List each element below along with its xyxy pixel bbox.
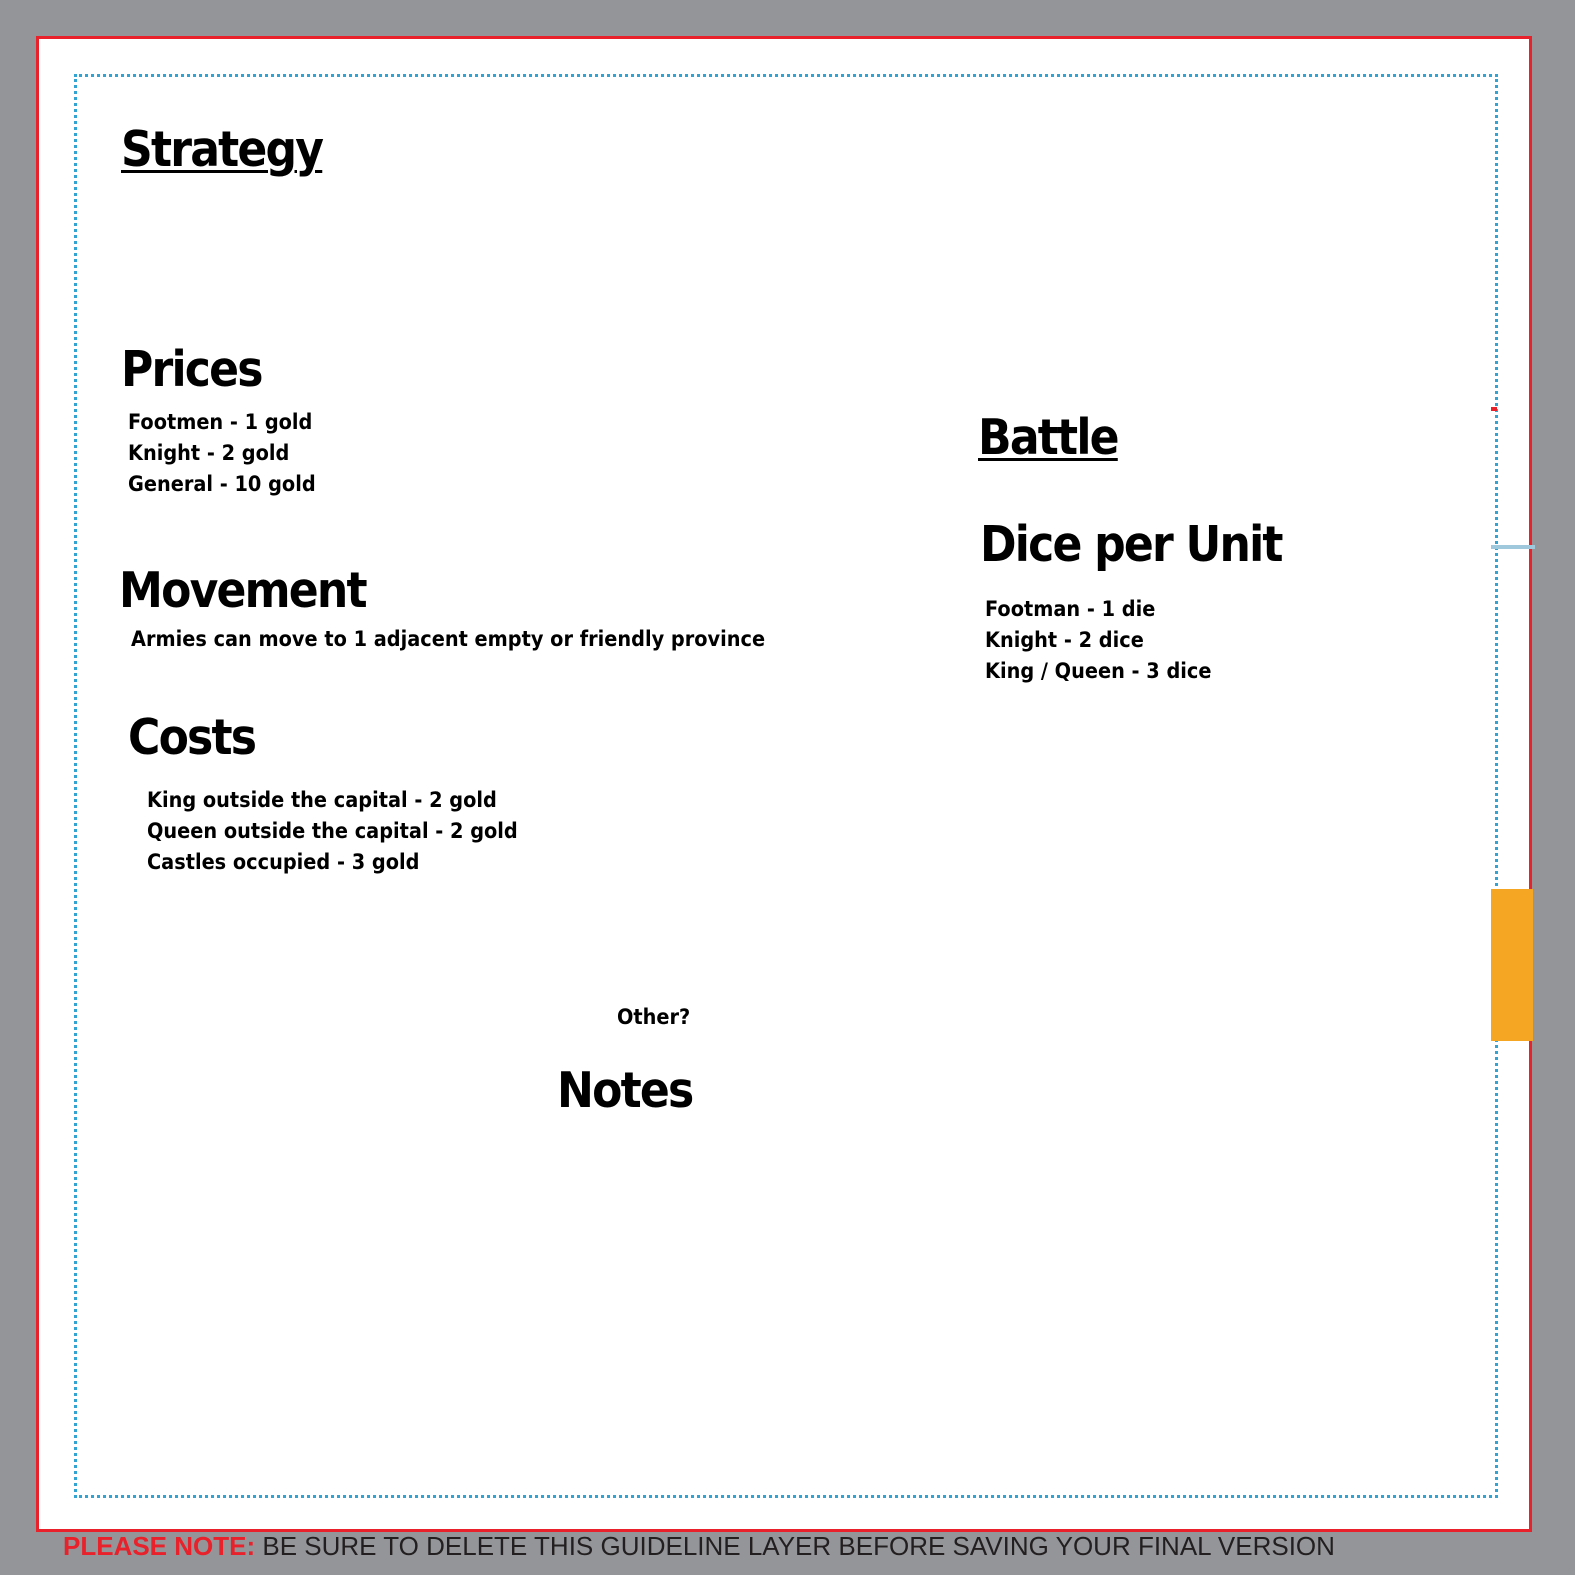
strategy-title: Strategy [121, 121, 324, 178]
costs-title: Costs [128, 709, 257, 766]
red-marker [1491, 407, 1497, 411]
prices-title: Prices [121, 341, 263, 398]
list-item: Castles occupied - 3 gold [147, 850, 420, 874]
costs-list: King outside the capital - 2 gold Queen … [147, 785, 518, 878]
other-label: Other? [617, 1005, 691, 1029]
list-item: Footman - 1 die [985, 597, 1156, 621]
list-item: General - 10 gold [128, 472, 316, 496]
orange-marker [1491, 889, 1533, 1041]
blue-marker [1491, 545, 1535, 549]
guideline-note: PLEASE NOTE: BE SURE TO DELETE THIS GUID… [63, 1531, 1335, 1562]
list-item: Queen outside the capital - 2 gold [147, 819, 518, 843]
dice-list: Footman - 1 die Knight - 2 dice King / Q… [985, 594, 1211, 687]
guideline-note-text: BE SURE TO DELETE THIS GUIDELINE LAYER B… [262, 1531, 1335, 1561]
dice-per-unit-title: Dice per Unit [980, 516, 1284, 573]
battle-title: Battle [978, 409, 1120, 466]
movement-text: Armies can move to 1 adjacent empty or f… [131, 627, 766, 651]
list-item: King outside the capital - 2 gold [147, 788, 497, 812]
prices-list: Footmen - 1 gold Knight - 2 gold General… [128, 407, 316, 500]
list-item: Knight - 2 dice [985, 628, 1144, 652]
list-item: King / Queen - 3 dice [985, 659, 1212, 683]
list-item: Footmen - 1 gold [128, 410, 313, 434]
bleed-area: Strategy Prices Footmen - 1 gold Knight … [36, 36, 1535, 1532]
movement-title: Movement [119, 562, 368, 619]
notes-title: Notes [557, 1062, 694, 1119]
list-item: Knight - 2 gold [128, 441, 290, 465]
guideline-note-label: PLEASE NOTE: [63, 1531, 256, 1561]
